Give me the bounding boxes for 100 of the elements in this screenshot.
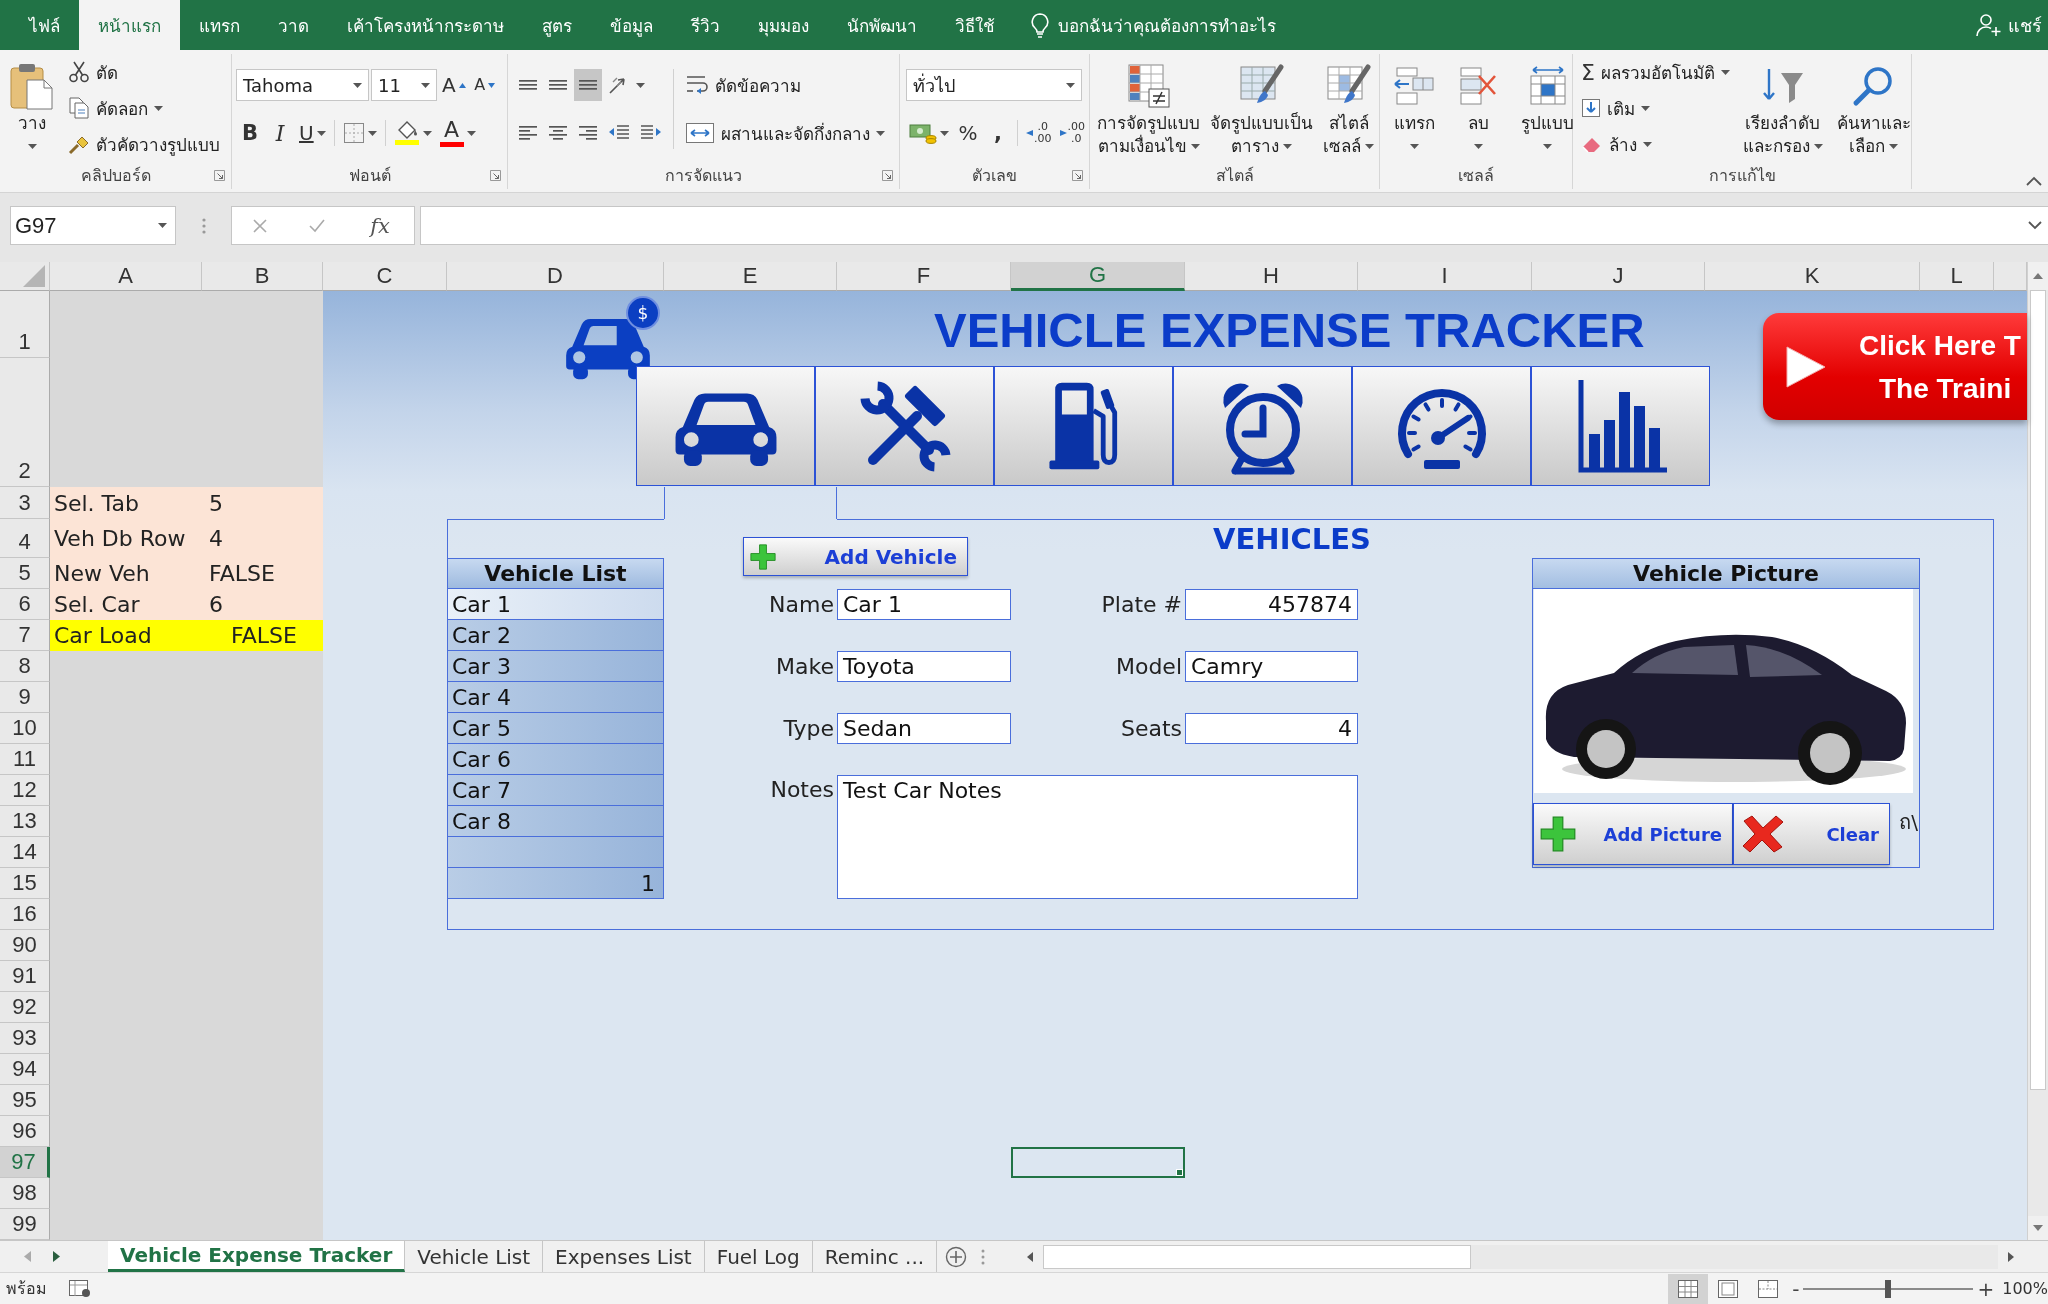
list-item[interactable]: Car 4 [447,682,664,713]
row-header[interactable]: 99 [0,1209,50,1240]
list-item[interactable]: Car 3 [447,651,664,682]
row-header[interactable]: 98 [0,1178,50,1209]
input-field[interactable]: Car 1 [837,589,1011,620]
normal-view-button[interactable] [1668,1273,1709,1304]
ribbon-tab[interactable]: ไฟล์ [10,0,79,50]
ribbon-tab[interactable]: วิธีใช้ [936,0,1014,50]
row-header[interactable]: 92 [0,992,50,1023]
row-header[interactable]: 6 [0,589,50,620]
input-field[interactable]: Sedan [837,713,1011,744]
column-header[interactable]: G [1011,262,1185,291]
underline-button[interactable]: U [296,117,329,149]
zoom-in-button[interactable]: + [1973,1278,1999,1299]
row-header[interactable]: 11 [0,744,50,775]
tell-me-button[interactable]: บอกฉันว่าคุณต้องการทำอะไร [1024,0,1282,50]
row-header[interactable]: 3 [0,487,50,519]
decrease-decimal-button[interactable]: .00 .0 [1056,117,1088,149]
share-button[interactable]: แชร์ [1976,0,2048,50]
ribbon-tab[interactable]: หน้าแรก [79,0,180,50]
row-header[interactable]: 5 [0,558,50,589]
cut-button[interactable]: ตัด [64,54,224,90]
dialog-launcher-icon[interactable] [882,169,893,181]
row-header[interactable]: 96 [0,1116,50,1147]
slider-thumb[interactable] [1885,1279,1892,1298]
scroll-up-button[interactable] [2028,262,2048,290]
wrap-text-button[interactable]: ตัดข้อความ [681,67,805,103]
tools-button[interactable] [815,366,994,486]
shrink-font-button[interactable]: A [470,69,499,101]
font-color-button[interactable]: A [436,117,479,149]
column-header[interactable]: A [50,262,202,291]
training-video-button[interactable]: Click Here T The Traini [1763,313,2027,420]
bar-chart-button[interactable] [1531,366,1710,486]
dialog-launcher-icon[interactable] [1072,169,1083,181]
grow-font-button[interactable]: A [439,69,469,101]
list-item[interactable]: Car 8 [447,806,664,837]
row-header[interactable]: 93 [0,1023,50,1054]
font-size-dropdown[interactable]: 11 [371,69,437,101]
autosum-button[interactable]: Σ ผลรวมอัตโนมัติ [1577,54,1734,90]
row-header[interactable]: 13 [0,806,50,837]
scroll-right-icon[interactable] [53,1251,60,1262]
add-vehicle-button[interactable]: Add Vehicle [743,537,968,576]
scrollbar-thumb[interactable] [1043,1244,1471,1269]
list-item[interactable]: Car 2 [447,620,664,651]
column-header[interactable]: H [1185,262,1358,291]
column-header[interactable]: C [323,262,447,291]
name-box[interactable]: G97 [10,206,176,245]
insert-cells-button[interactable]: แทรก [1388,54,1440,158]
ribbon-tab[interactable]: สูตร [523,0,591,50]
merge-center-button[interactable]: ผสานและจัดกึ่งกลาง [681,115,889,151]
list-item[interactable]: Car 6 [447,744,664,775]
sheet-tab[interactable]: Vehicle Expense Tracker [108,1241,406,1272]
speedometer-button[interactable] [1352,366,1531,486]
scrollbar-thumb[interactable] [2030,290,2046,1090]
check-icon[interactable] [308,217,327,234]
ribbon-tab[interactable]: มุมมอง [739,0,828,50]
dialog-launcher-icon[interactable] [490,169,501,181]
row-header[interactable]: 1 [0,291,50,358]
dialog-launcher-icon[interactable] [214,170,225,181]
row-header[interactable]: 10 [0,713,50,744]
number-format-dropdown[interactable]: ทั่วไป [906,69,1082,101]
conditional-formatting-button[interactable]: การจัดรูปแบบ ตามเงื่อนไข [1092,54,1205,158]
column-header[interactable]: L [1920,262,1994,291]
row-header[interactable]: 4 [0,519,50,558]
bold-button[interactable]: B [236,117,264,149]
find-select-button[interactable]: ค้นหาและ เลือก [1831,54,1916,158]
insert-function-button[interactable]: fx [366,213,394,238]
notes-field[interactable]: Test Car Notes [837,775,1358,899]
ribbon-tab[interactable]: รีวิว [672,0,739,50]
row-header[interactable]: 91 [0,961,50,992]
row-header[interactable]: 95 [0,1085,50,1116]
row-header[interactable]: 9 [0,682,50,713]
formula-input[interactable] [420,206,2048,245]
row-header[interactable]: 16 [0,899,50,930]
ribbon-tab[interactable]: แทรก [180,0,259,50]
ribbon-tab[interactable]: นักพัฒนา [828,0,936,50]
row-header[interactable]: 7 [0,620,50,651]
column-header[interactable]: B [202,262,323,291]
list-item[interactable]: Car 5 [447,713,664,744]
input-field[interactable]: 4 [1185,713,1358,744]
row-header[interactable]: 97 [0,1147,50,1178]
row-header[interactable]: 15 [0,868,50,899]
column-header[interactable]: J [1532,262,1705,291]
align-bottom-button[interactable] [574,69,602,101]
column-header[interactable]: K [1705,262,1920,291]
increase-decimal-button[interactable]: .0 .00 [1023,117,1055,149]
column-header[interactable]: I [1358,262,1532,291]
clear-picture-button[interactable]: Clear [1733,803,1890,865]
macro-record-icon[interactable] [69,1279,91,1298]
comma-button[interactable]: , [984,117,1012,149]
input-field[interactable]: Toyota [837,651,1011,682]
cell-styles-button[interactable]: สไตล์ เซลล์ [1318,54,1379,158]
input-field[interactable]: Camry [1185,651,1358,682]
percent-button[interactable]: % [954,117,982,149]
ribbon-tab[interactable]: วาด [259,0,328,50]
delete-cells-button[interactable]: ลบ [1452,54,1504,158]
car-button[interactable] [636,366,815,486]
fill-button[interactable]: เติม [1577,90,1734,126]
fuel-pump-button[interactable] [994,366,1173,486]
column-header[interactable]: E [664,262,837,291]
